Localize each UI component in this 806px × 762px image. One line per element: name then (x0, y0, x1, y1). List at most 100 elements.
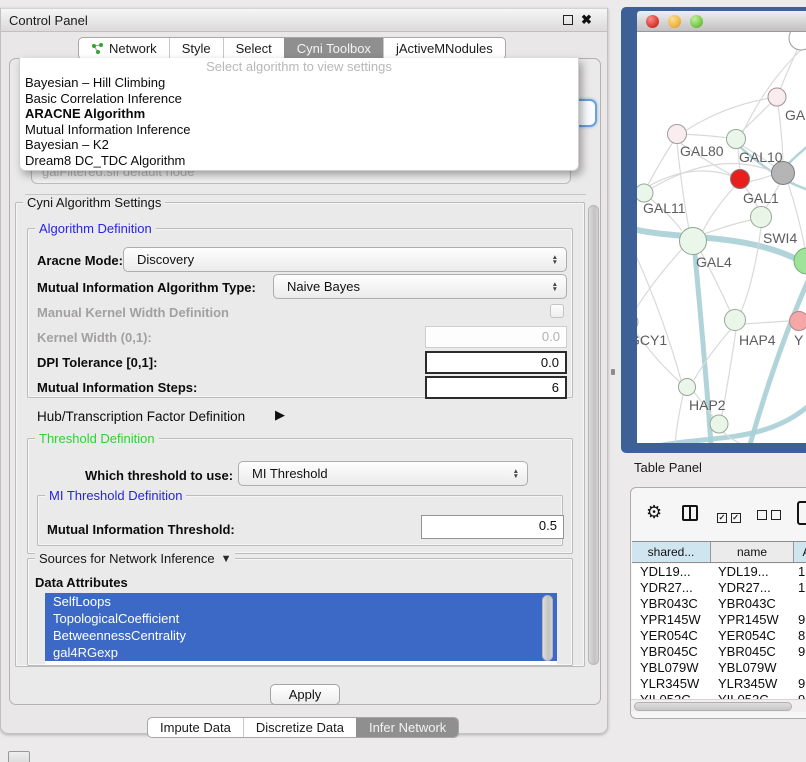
table-row[interactable]: YDR27...YDR27...12 (632, 580, 806, 596)
node-hap2[interactable] (679, 379, 696, 396)
close-icon[interactable]: ✖ (581, 12, 592, 28)
edge[interactable] (685, 97, 777, 131)
node-label: GAL4 (696, 254, 732, 270)
data-attributes-list[interactable]: SelfLoops TopologicalCoefficient Between… (45, 593, 557, 665)
menu-item-bayesian-hill-climbing[interactable]: Bayesian – Hill Climbing (20, 75, 578, 91)
edge[interactable] (704, 220, 751, 234)
node-label: GAL80 (680, 143, 724, 159)
control-panel-tabs: Network Style Select Cyni Toolbox jActiv… (78, 37, 506, 60)
dpi-tolerance-label: DPI Tolerance [0,1]: (37, 355, 157, 370)
tab-select[interactable]: Select (223, 38, 284, 59)
table-row[interactable]: YPR145WYPR145W9. (632, 612, 806, 628)
edge[interactable] (652, 164, 772, 188)
deselect-all-checks-icon[interactable] (757, 508, 781, 523)
network-window-titlebar[interactable] (637, 11, 806, 32)
column-header-name[interactable]: name (711, 542, 794, 562)
float-window-icon[interactable] (563, 15, 573, 25)
new-table-icon[interactable] (797, 501, 806, 525)
edge[interactable] (748, 175, 772, 182)
edge[interactable] (694, 329, 731, 380)
menu-item-bayesian-k2[interactable]: Bayesian – K2 (20, 137, 578, 153)
tab-cyni-toolbox[interactable]: Cyni Toolbox (284, 38, 383, 59)
node-gal80[interactable] (668, 125, 687, 144)
list-item-topologicalcoefficient[interactable]: TopologicalCoefficient (45, 610, 557, 627)
data-table-combo-value: galFiltered.sif default node (31, 170, 571, 184)
dpi-tolerance-input[interactable]: 0.0 (425, 351, 567, 374)
edge[interactable] (637, 249, 682, 315)
edge[interactable] (675, 395, 683, 443)
minimize-traffic-light[interactable] (668, 15, 681, 28)
edge[interactable] (695, 254, 711, 443)
edge[interactable] (787, 142, 806, 165)
node[interactable] (768, 88, 786, 106)
edge[interactable] (703, 186, 735, 231)
stepper-icon: ▲▼ (513, 469, 519, 479)
node[interactable] (789, 32, 806, 50)
tab-cyni-toolbox-label: Cyni Toolbox (297, 41, 371, 56)
control-panel-title: Control Panel (9, 13, 88, 28)
node[interactable] (710, 415, 728, 433)
tab-network[interactable]: Network (79, 38, 169, 59)
node-bright-green[interactable] (794, 248, 806, 274)
settings-scrollbar[interactable] (588, 205, 599, 665)
mi-algorithm-type-combo[interactable]: Naive Bayes ▲▼ (273, 274, 567, 299)
tab-select-label: Select (236, 41, 272, 56)
menu-item-dream8[interactable]: Dream8 DC_TDC Algorithm (20, 153, 578, 169)
tab-jactivemnodules-label: jActiveMNodules (396, 41, 493, 56)
table-row[interactable]: YDL19...YDL19...13 (632, 564, 806, 580)
list-item-selfloops[interactable]: SelfLoops (45, 593, 557, 610)
kernel-width-label: Kernel Width (0,1): (37, 330, 152, 345)
zoom-traffic-light[interactable] (690, 15, 703, 28)
which-threshold-combo[interactable]: MI Threshold ▲▼ (238, 461, 528, 486)
node-gcy1[interactable] (637, 314, 638, 330)
gear-icon[interactable]: ⚙ (646, 502, 662, 523)
mi-steps-input[interactable]: 6 (425, 376, 567, 399)
edge[interactable] (649, 171, 732, 186)
table-row[interactable]: YER054CYER054C8. (632, 628, 806, 644)
attributes-list-scrollbar[interactable] (542, 595, 553, 661)
window-grip[interactable] (8, 751, 30, 762)
menu-item-aracne[interactable]: ARACNE Algorithm (20, 106, 578, 122)
node-red[interactable] (731, 170, 750, 189)
expand-down-icon[interactable]: ▼ (221, 553, 232, 565)
edge[interactable] (637, 247, 681, 380)
close-traffic-light[interactable] (646, 15, 659, 28)
node-gal4[interactable] (680, 228, 707, 255)
mi-steps-label: Mutual Information Steps: (37, 380, 197, 395)
network-graph[interactable]: GAL GAL80 GAL10 GAL11 GAL1 SWI4 GAL4 GCY… (637, 32, 806, 443)
column-header-shared[interactable]: shared... (632, 542, 711, 562)
list-item-betweennesscentrality[interactable]: BetweennessCentrality (45, 627, 557, 644)
network-canvas[interactable]: GAL GAL80 GAL10 GAL11 GAL1 SWI4 GAL4 GCY… (637, 32, 806, 443)
tab-impute-data[interactable]: Impute Data (148, 718, 243, 737)
table-horizontal-scrollbar[interactable] (631, 699, 806, 712)
list-item-gal4rgexp[interactable]: gal4RGexp (45, 644, 557, 661)
panel-divider-handle[interactable] (611, 369, 615, 375)
aracne-mode-combo[interactable]: Discovery ▲▼ (123, 247, 567, 272)
mi-threshold-input[interactable]: 0.5 (421, 515, 564, 539)
tab-discretize-data[interactable]: Discretize Data (243, 718, 356, 737)
select-all-checks-icon[interactable]: ✓ ✓ (717, 508, 741, 523)
node-swi4[interactable] (751, 207, 772, 228)
menu-item-mutual-information[interactable]: Mutual Information Inference (20, 122, 578, 138)
edge[interactable] (744, 321, 790, 324)
node-pink[interactable] (790, 312, 806, 331)
node-hap4[interactable] (725, 310, 746, 331)
table-row[interactable]: YBR045CYBR045C9. (632, 644, 806, 660)
kernel-width-input[interactable]: 0.0 (425, 326, 567, 348)
tab-style[interactable]: Style (169, 38, 223, 59)
columns-icon[interactable] (682, 505, 698, 521)
tab-jactivemnodules[interactable]: jActiveMNodules (383, 38, 505, 59)
node-gal10[interactable] (727, 130, 746, 149)
expand-right-icon[interactable]: ▶ (275, 407, 285, 423)
edge[interactable] (749, 274, 806, 443)
apply-button[interactable]: Apply (270, 684, 340, 705)
column-header-third[interactable]: A (794, 542, 806, 562)
menu-item-basic-correlation[interactable]: Basic Correlation Inference (20, 91, 578, 107)
scrollbar-thumb[interactable] (634, 702, 792, 711)
data-table-combo-fragment[interactable]: galFiltered.sif default node (31, 170, 571, 185)
table-row[interactable]: YBL079WYBL079W (632, 660, 806, 676)
tab-infer-network[interactable]: Infer Network (356, 718, 458, 737)
table-row[interactable]: YLR345WYLR345W9. (632, 676, 806, 692)
manual-kernel-width-checkbox[interactable] (550, 304, 564, 318)
table-row[interactable]: YBR043CYBR043C (632, 596, 806, 612)
